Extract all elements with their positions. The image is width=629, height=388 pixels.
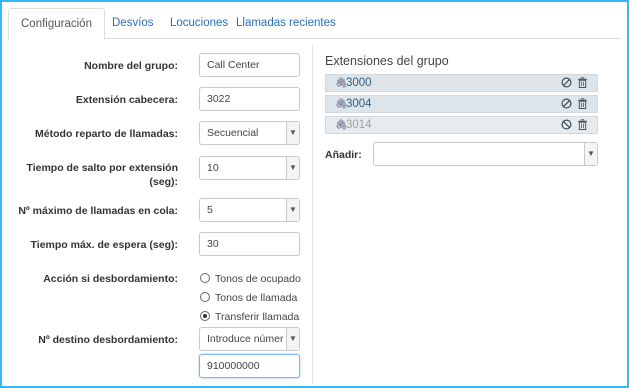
group-name-label: Nombre del grupo: xyxy=(84,60,178,72)
trash-icon[interactable] xyxy=(577,119,588,130)
radio-label: Tonos de llamada xyxy=(215,292,298,304)
skip-time-label-line1: Tiempo de salto por extensión xyxy=(26,162,178,174)
overflow-destination-label: Nº destino desbordamiento: xyxy=(38,334,178,346)
trash-icon[interactable] xyxy=(577,77,588,88)
skip-time-label: Tiempo de salto por extensión (seg): xyxy=(8,161,178,189)
overflow-destination-input[interactable]: 910000000 xyxy=(199,354,300,378)
chevron-down-icon: ▼ xyxy=(584,143,597,165)
chevron-down-icon: ▼ xyxy=(286,199,299,221)
overflow-destination-select-value: Introduce númer xyxy=(207,333,284,345)
paperclip-icon: 🖇 xyxy=(335,78,348,89)
extension-row-3014: 🖇3014 xyxy=(325,116,598,134)
radio-circle xyxy=(200,292,210,302)
extension-number: 3014 xyxy=(346,119,372,131)
chevron-down-icon: ▼ xyxy=(286,157,299,179)
radio-circle xyxy=(200,273,210,283)
extension-number: 3004 xyxy=(346,98,372,110)
chevron-down-icon: ▼ xyxy=(286,122,299,144)
radio-label: Tonos de ocupado xyxy=(215,273,301,285)
trash-icon[interactable] xyxy=(577,98,588,109)
disable-icon[interactable] xyxy=(561,77,572,88)
head-extension-label: Extensión cabecera: xyxy=(75,94,178,106)
max-queue-value: 5 xyxy=(207,204,213,216)
extension-row-3000: 🖇3000 xyxy=(325,74,598,92)
add-extension-label: Añadir: xyxy=(325,149,362,161)
max-wait-label: Tiempo máx. de espera (seg): xyxy=(30,239,178,251)
skip-time-value: 10 xyxy=(207,162,219,174)
radio-label: Transferir llamada xyxy=(215,311,300,323)
overflow-action-label: Acción si desbordamiento: xyxy=(43,273,178,285)
distribution-method-value: Secuencial xyxy=(207,127,259,139)
extensions-title: Extensiones del grupo xyxy=(325,54,449,68)
paperclip-icon: 🖇 xyxy=(335,120,348,131)
radio-tonos-llamada[interactable]: Tonos de llamada xyxy=(200,291,297,305)
head-extension-input[interactable]: 3022 xyxy=(199,87,300,111)
extension-number: 3000 xyxy=(346,77,372,89)
max-queue-select[interactable]: 5 ▼ xyxy=(199,198,300,222)
tab-desvios[interactable]: Desvíos xyxy=(100,8,166,39)
disable-icon[interactable] xyxy=(561,98,572,109)
tab-configuracion[interactable]: Configuración xyxy=(8,8,105,40)
tab-bar: Configuración Desvíos Locuciones Llamada… xyxy=(8,8,621,40)
group-name-input[interactable]: Call Center xyxy=(199,53,300,77)
distribution-method-select[interactable]: Secuencial ▼ xyxy=(199,121,300,145)
extension-row-3004: 🖇3004 xyxy=(325,95,598,113)
radio-circle-selected xyxy=(200,311,210,321)
paperclip-icon: 🖇 xyxy=(335,99,348,110)
radio-tonos-ocupado[interactable]: Tonos de ocupado xyxy=(200,272,301,286)
max-wait-input[interactable]: 30 xyxy=(199,232,300,256)
enable-icon[interactable] xyxy=(561,119,572,130)
chevron-down-icon: ▼ xyxy=(286,328,299,350)
max-queue-label: Nº máximo de llamadas en cola: xyxy=(18,205,178,217)
distribution-method-label: Método reparto de llamadas: xyxy=(35,128,178,140)
skip-time-select[interactable]: 10 ▼ xyxy=(199,156,300,180)
tab-llamadas-recientes[interactable]: Llamadas recientes xyxy=(224,8,348,39)
app-frame: Configuración Desvíos Locuciones Llamada… xyxy=(0,0,629,388)
column-divider xyxy=(312,44,313,384)
overflow-destination-select[interactable]: Introduce númer ▼ xyxy=(199,327,300,351)
skip-time-label-line2: (seg): xyxy=(149,176,178,188)
radio-transferir-llamada[interactable]: Transferir llamada xyxy=(200,310,299,324)
add-extension-select[interactable]: ▼ xyxy=(373,142,598,166)
